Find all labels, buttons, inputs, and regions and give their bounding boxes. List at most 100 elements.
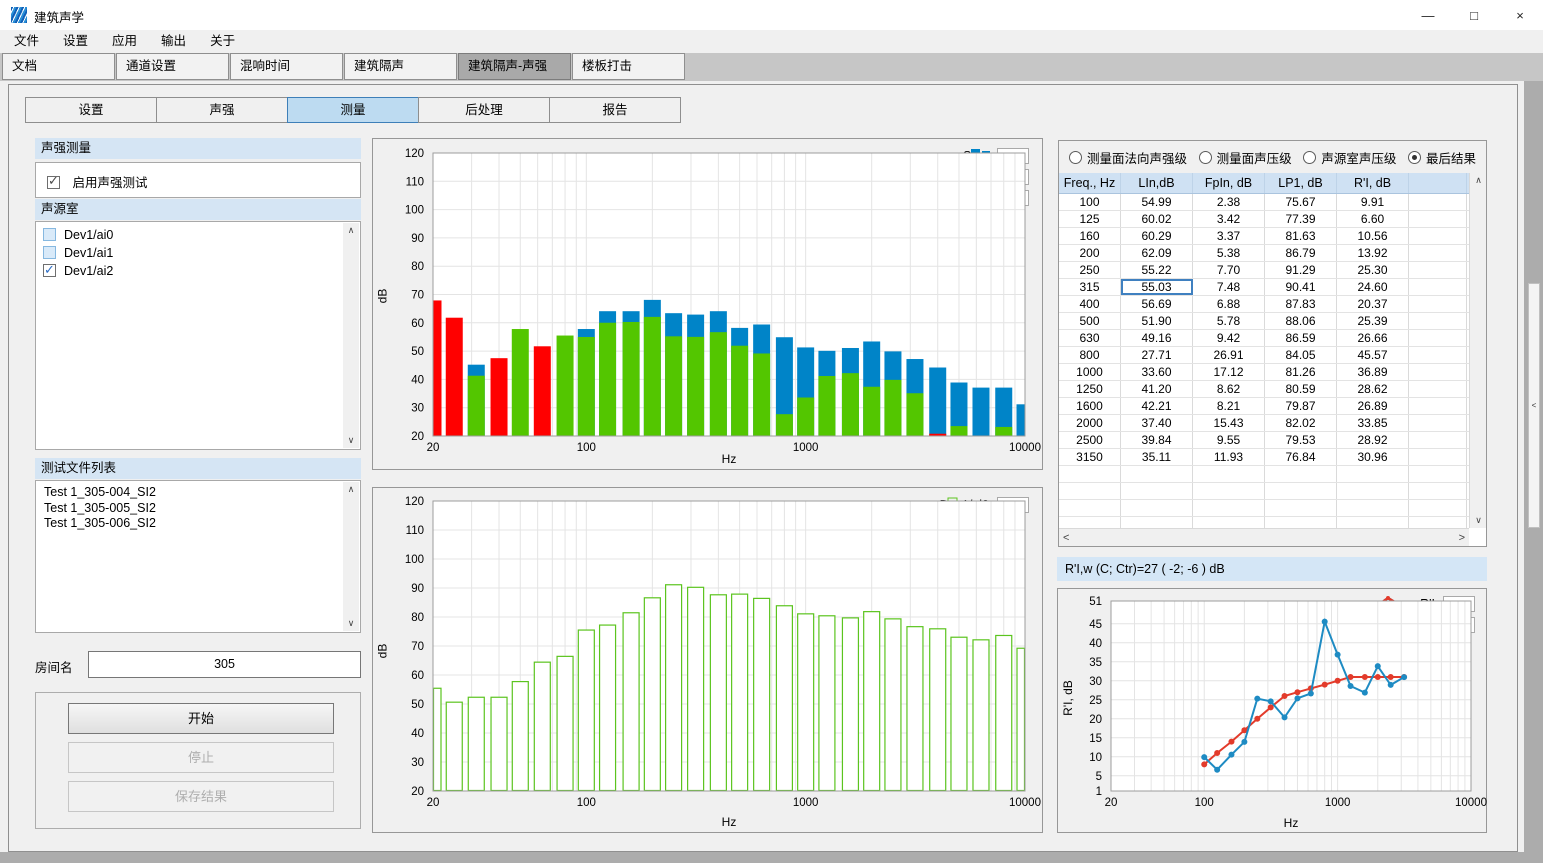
table-cell[interactable]: 86.79 [1265, 245, 1337, 261]
radio-normal-intensity-level[interactable]: 测量面法向声强级 [1069, 148, 1187, 167]
table-cell[interactable]: 33.60 [1121, 364, 1193, 380]
stop-button[interactable]: 停止 [68, 742, 334, 773]
table-cell[interactable] [1409, 364, 1467, 380]
table-cell[interactable] [1409, 466, 1467, 482]
table-cell[interactable]: 35.11 [1121, 449, 1193, 465]
enable-intensity-checkbox[interactable]: ✓ [47, 176, 60, 189]
table-cell[interactable] [1409, 228, 1467, 244]
minimize-button[interactable]: — [1405, 0, 1451, 30]
scroll-down-icon[interactable]: ∨ [343, 616, 359, 631]
table-cell[interactable]: 10.56 [1337, 228, 1409, 244]
panel-collapse-handle[interactable]: < [1528, 283, 1540, 528]
table-cell[interactable] [1265, 517, 1337, 528]
table-cell[interactable]: 26.89 [1337, 398, 1409, 414]
table-cell[interactable]: 51.90 [1121, 313, 1193, 329]
table-cell[interactable] [1409, 313, 1467, 329]
table-cell[interactable] [1409, 194, 1467, 210]
table-cell[interactable]: 5.78 [1193, 313, 1265, 329]
table-cell[interactable]: 13.92 [1337, 245, 1409, 261]
table-cell[interactable]: 1250 [1059, 381, 1121, 397]
table-cell[interactable]: 39.84 [1121, 432, 1193, 448]
table-cell[interactable] [1409, 211, 1467, 227]
table-cell[interactable]: 2000 [1059, 415, 1121, 431]
menu-apply[interactable]: 应用 [100, 30, 149, 53]
table-cell[interactable] [1059, 500, 1121, 516]
table-cell[interactable] [1121, 466, 1193, 482]
table-cell[interactable] [1193, 483, 1265, 499]
table-cell[interactable]: 9.91 [1337, 194, 1409, 210]
table-cell[interactable]: 1600 [1059, 398, 1121, 414]
table-cell[interactable]: 45.57 [1337, 347, 1409, 363]
table-cell[interactable]: 25.39 [1337, 313, 1409, 329]
table-cell[interactable] [1409, 279, 1467, 295]
table-cell[interactable]: 250 [1059, 262, 1121, 278]
tab-channel-settings[interactable]: 通道设置 [116, 53, 229, 80]
table-cell[interactable]: 33.85 [1337, 415, 1409, 431]
channel-item[interactable]: Dev1/ai1 [36, 244, 360, 262]
table-cell[interactable]: 77.39 [1265, 211, 1337, 227]
table-cell[interactable] [1059, 466, 1121, 482]
radio-icon[interactable] [1408, 151, 1421, 164]
table-cell[interactable] [1409, 330, 1467, 346]
table-cell[interactable] [1409, 517, 1467, 528]
table-cell[interactable]: 79.53 [1265, 432, 1337, 448]
table-horizontal-scrollbar[interactable]: < > [1059, 528, 1469, 546]
table-cell[interactable]: 36.89 [1337, 364, 1409, 380]
save-results-button[interactable]: 保存结果 [68, 781, 334, 812]
list-item[interactable]: Test 1_305-004_SI2 [36, 485, 360, 501]
table-cell[interactable]: 3.42 [1193, 211, 1265, 227]
table-cell[interactable]: 81.26 [1265, 364, 1337, 380]
table-cell[interactable]: 28.62 [1337, 381, 1409, 397]
table-cell[interactable]: 37.40 [1121, 415, 1193, 431]
table-cell[interactable]: 630 [1059, 330, 1121, 346]
table-cell[interactable]: 60.29 [1121, 228, 1193, 244]
table-cell[interactable]: 24.60 [1337, 279, 1409, 295]
table-cell[interactable]: 1000 [1059, 364, 1121, 380]
table-cell[interactable]: 400 [1059, 296, 1121, 312]
table-cell[interactable] [1265, 483, 1337, 499]
subtab-report[interactable]: 报告 [549, 97, 681, 123]
table-cell[interactable]: 15.43 [1193, 415, 1265, 431]
table-cell[interactable]: 8.62 [1193, 381, 1265, 397]
channel-checkbox[interactable] [43, 246, 56, 259]
table-vertical-scrollbar[interactable]: ∧ ∨ [1469, 173, 1486, 528]
radio-surface-spl[interactable]: 测量面声压级 [1199, 148, 1292, 167]
scroll-left-icon[interactable]: < [1063, 532, 1069, 544]
table-cell[interactable]: 8.21 [1193, 398, 1265, 414]
menu-output[interactable]: 输出 [149, 30, 198, 53]
start-button[interactable]: 开始 [68, 703, 334, 734]
tab-reverberation-time[interactable]: 混响时间 [230, 53, 343, 80]
table-cell[interactable]: 100 [1059, 194, 1121, 210]
menu-settings[interactable]: 设置 [51, 30, 100, 53]
table-cell[interactable]: 5.38 [1193, 245, 1265, 261]
table-cell[interactable] [1409, 347, 1467, 363]
table-cell[interactable]: 17.12 [1193, 364, 1265, 380]
table-cell[interactable] [1121, 500, 1193, 516]
maximize-button[interactable]: □ [1451, 0, 1497, 30]
table-cell[interactable]: 90.41 [1265, 279, 1337, 295]
table-cell[interactable]: 60.02 [1121, 211, 1193, 227]
table-cell[interactable] [1193, 466, 1265, 482]
table-cell[interactable]: 55.22 [1121, 262, 1193, 278]
table-cell[interactable]: 500 [1059, 313, 1121, 329]
table-cell[interactable] [1337, 517, 1409, 528]
tab-floor-impact[interactable]: 楼板打击 [572, 53, 685, 80]
channel-checkbox[interactable] [43, 228, 56, 241]
table-cell[interactable] [1265, 500, 1337, 516]
table-cell[interactable] [1265, 466, 1337, 482]
table-cell[interactable]: 42.21 [1121, 398, 1193, 414]
table-cell[interactable]: 315 [1059, 279, 1121, 295]
scroll-up-icon[interactable]: ∧ [1470, 175, 1487, 186]
table-cell[interactable]: 80.59 [1265, 381, 1337, 397]
table-cell[interactable]: 9.42 [1193, 330, 1265, 346]
table-cell[interactable] [1121, 483, 1193, 499]
list-item[interactable]: Test 1_305-006_SI2 [36, 516, 360, 532]
room-name-input[interactable]: 305 [88, 651, 361, 678]
table-cell[interactable]: 41.20 [1121, 381, 1193, 397]
radio-final-result[interactable]: 最后结果 [1408, 148, 1476, 167]
table-cell[interactable] [1121, 517, 1193, 528]
table-cell[interactable]: 9.55 [1193, 432, 1265, 448]
table-cell[interactable]: 54.99 [1121, 194, 1193, 210]
table-cell[interactable]: 76.84 [1265, 449, 1337, 465]
table-cell[interactable] [1409, 296, 1467, 312]
